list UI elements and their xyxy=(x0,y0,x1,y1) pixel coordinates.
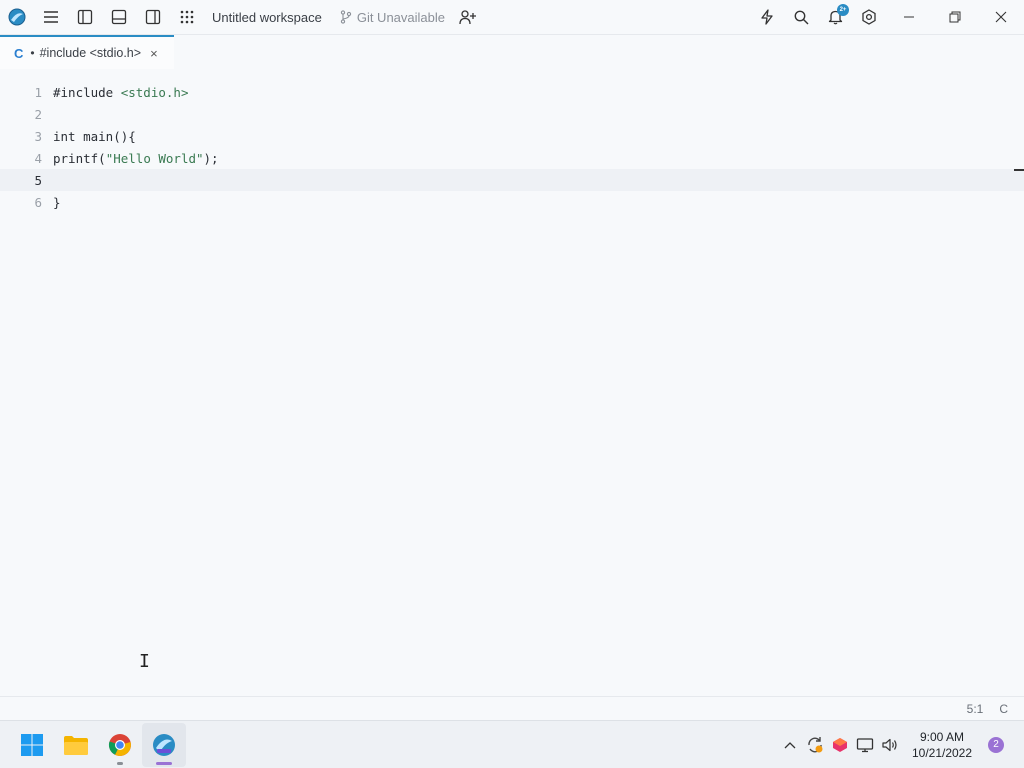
apps-grid-icon[interactable] xyxy=(170,0,204,35)
volume-icon[interactable] xyxy=(877,721,902,768)
clock-date: 10/21/2022 xyxy=(911,745,973,760)
lightning-icon[interactable] xyxy=(750,0,784,35)
mouse-ibeam-cursor-icon: I xyxy=(139,651,150,672)
tab-close-icon[interactable]: × xyxy=(150,46,158,61)
restore-icon xyxy=(949,11,961,23)
code-line-current[interactable]: 5 xyxy=(0,169,1024,191)
minimize-icon xyxy=(904,16,914,18)
code-line[interactable]: 3 int main(){ xyxy=(0,125,1024,147)
line-number: 5 xyxy=(34,172,42,188)
editor-tab-bar: C • #include <stdio.h> × xyxy=(0,35,1024,69)
search-icon[interactable] xyxy=(784,0,818,35)
show-hidden-icons-chevron-icon[interactable] xyxy=(777,721,802,768)
notification-count-badge: 2+ xyxy=(837,3,849,16)
cursor-position[interactable]: 5:1 xyxy=(967,702,984,716)
system-tray: 9:00 AM 10/21/2022 2 xyxy=(777,721,1024,768)
close-icon xyxy=(995,11,1007,23)
line-number: 6 xyxy=(34,194,42,210)
punct-token: ); xyxy=(203,150,219,166)
function-token: printf( xyxy=(53,150,106,166)
active-indicator xyxy=(156,761,172,765)
line-number: 2 xyxy=(34,106,42,122)
toggle-right-panel-icon[interactable] xyxy=(136,0,170,35)
toggle-bottom-panel-icon[interactable] xyxy=(102,0,136,35)
app-logo-icon[interactable] xyxy=(0,0,34,35)
line-number: 3 xyxy=(34,128,42,144)
notification-center-badge[interactable]: 2 xyxy=(988,736,1004,753)
restore-button[interactable] xyxy=(932,0,978,35)
git-branch-icon xyxy=(340,10,351,24)
line-number: 1 xyxy=(34,84,42,100)
close-window-button[interactable] xyxy=(978,0,1024,35)
c-language-icon: C xyxy=(14,45,24,61)
git-status-label: Git Unavailable xyxy=(356,9,445,25)
include-token: #include xyxy=(53,84,121,100)
header-token: <stdio.h> xyxy=(120,84,189,100)
folder-icon xyxy=(64,735,88,755)
workspace-name[interactable]: Untitled workspace xyxy=(212,10,322,25)
taskbar: 9:00 AM 10/21/2022 2 xyxy=(0,720,1024,768)
file-explorer-button[interactable] xyxy=(54,723,98,767)
editor-tab[interactable]: C • #include <stdio.h> × xyxy=(0,35,174,69)
code-line[interactable]: 4 printf("Hello World"); xyxy=(0,147,1024,169)
menu-icon[interactable] xyxy=(34,0,68,35)
windows-logo-icon xyxy=(21,733,43,756)
sync-icon[interactable] xyxy=(802,721,827,768)
minimize-button[interactable] xyxy=(886,0,932,35)
chrome-icon xyxy=(108,733,131,756)
line-code[interactable]: #include <stdio.h> xyxy=(53,85,188,100)
line-number: 4 xyxy=(34,150,42,166)
toggle-left-panel-icon[interactable] xyxy=(68,0,102,35)
ide-app-button[interactable] xyxy=(142,722,186,767)
string-token: "Hello World" xyxy=(105,150,204,166)
line-code[interactable]: int main(){ xyxy=(53,129,136,144)
ide-app-icon xyxy=(153,733,175,756)
start-button[interactable] xyxy=(10,723,54,767)
code-line[interactable]: 6 } xyxy=(0,191,1024,213)
add-collaborator-icon[interactable] xyxy=(451,0,485,35)
code-line[interactable]: 2 xyxy=(0,103,1024,125)
clock-time: 9:00 AM xyxy=(919,729,965,744)
git-status[interactable]: Git Unavailable xyxy=(340,10,445,25)
line-code[interactable]: } xyxy=(53,195,61,210)
unsaved-indicator: • xyxy=(30,46,35,60)
app-tray-icon[interactable] xyxy=(827,721,852,768)
title-bar: Untitled workspace Git Unavailable 2+ xyxy=(0,0,1024,35)
notifications-bell-icon[interactable]: 2+ xyxy=(818,0,852,35)
settings-gear-icon[interactable] xyxy=(852,0,886,35)
code-editor[interactable]: 1 #include <stdio.h> 2 3 int main(){ 4 p… xyxy=(0,69,1024,696)
chrome-button[interactable] xyxy=(98,723,142,767)
language-mode[interactable]: C xyxy=(999,702,1008,716)
tab-title: #include <stdio.h> xyxy=(39,46,142,60)
running-indicator xyxy=(117,761,123,765)
clock[interactable]: 9:00 AM 10/21/2022 xyxy=(908,729,976,761)
code-line[interactable]: 1 #include <stdio.h> xyxy=(0,81,1024,103)
status-bar: 5:1 C xyxy=(0,696,1024,720)
network-icon[interactable] xyxy=(852,721,877,768)
line-code[interactable]: printf("Hello World"); xyxy=(53,151,219,166)
scrollbar-cursor-marker xyxy=(1014,169,1024,171)
